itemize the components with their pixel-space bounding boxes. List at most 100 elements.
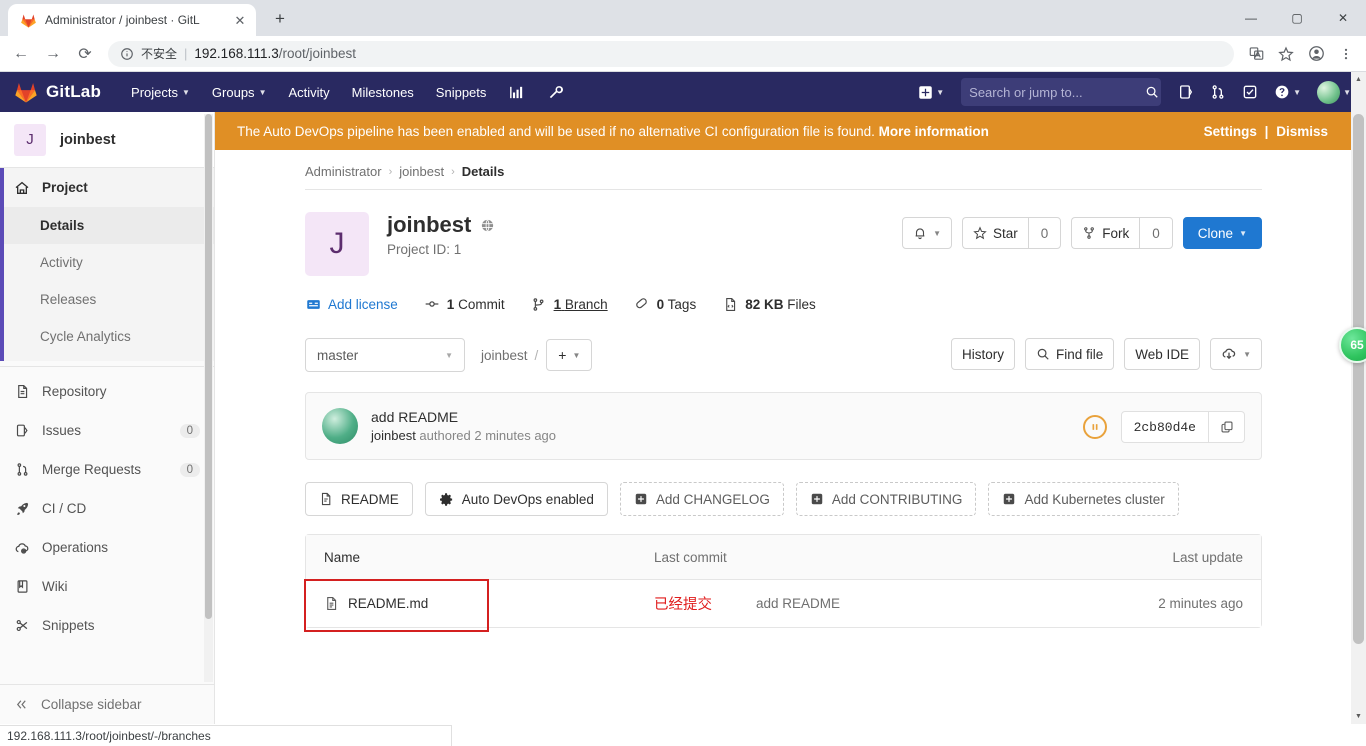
file-last-commit-label[interactable]: add README <box>756 596 840 611</box>
sidebar-item-snippets[interactable]: Snippets <box>0 606 214 645</box>
search-box[interactable] <box>961 78 1162 106</box>
sidebar-item-issues[interactable]: Issues 0 <box>0 411 214 450</box>
merge-requests-icon[interactable] <box>1203 79 1233 105</box>
sidebar-collapse-button[interactable]: Collapse sidebar <box>0 684 214 724</box>
sidebar-item-wiki[interactable]: Wiki <box>0 567 214 606</box>
stat-commits-label: Commit <box>458 296 505 312</box>
close-icon[interactable]: ✕ <box>232 12 248 28</box>
nav-snippets[interactable]: Snippets <box>426 79 497 106</box>
commit-sha[interactable]: 2cb80d4e <box>1120 411 1209 443</box>
new-tab-button[interactable]: + <box>266 5 294 33</box>
breadcrumb-administrator[interactable]: Administrator <box>305 164 382 179</box>
commit-author-name[interactable]: joinbest <box>371 428 416 443</box>
forward-icon[interactable]: → <box>38 39 68 69</box>
wrench-admin-icon[interactable] <box>537 78 574 107</box>
commit-authored-time: authored 2 minutes ago <box>415 428 557 443</box>
sidebar-scrollbar[interactable] <box>204 114 213 682</box>
stat-branches[interactable]: 1 Branch <box>531 296 608 312</box>
nav-activity[interactable]: Activity <box>278 79 339 106</box>
web-ide-button[interactable]: Web IDE <box>1124 338 1201 370</box>
page-scrollbar[interactable]: ▲ ▼ <box>1351 72 1366 724</box>
stat-files-size[interactable]: 82 KB Files <box>722 296 816 312</box>
profile-icon[interactable] <box>1302 40 1330 68</box>
address-text: 192.168.111.3/root/joinbest <box>194 46 356 61</box>
project-sidebar: J joinbest Project Details Activity Rele… <box>0 112 215 724</box>
reload-icon[interactable]: ⟳ <box>70 39 100 69</box>
bookmark-star-icon[interactable] <box>1272 40 1300 68</box>
copy-icon[interactable] <box>1209 411 1245 443</box>
help-icon[interactable]: ▼ <box>1267 79 1308 105</box>
sidebar-item-operations[interactable]: Operations <box>0 528 214 567</box>
sidebar-item-activity[interactable]: Activity <box>4 244 214 281</box>
info-circle-icon[interactable] <box>120 47 134 61</box>
sidebar-item-wiki-label: Wiki <box>42 579 68 594</box>
alert-more-information-link[interactable]: More information <box>879 124 989 139</box>
auto-devops-button[interactable]: Auto DevOps enabled <box>424 482 608 516</box>
issues-icon[interactable] <box>1171 79 1201 105</box>
gitlab-home-link[interactable]: GitLab <box>14 80 101 104</box>
notification-dropdown-button[interactable]: ▼ <box>902 217 952 249</box>
repo-path-root[interactable]: joinbest <box>481 348 528 363</box>
maximize-button[interactable]: ▢ <box>1274 0 1320 36</box>
clone-button[interactable]: Clone ▼ <box>1182 217 1262 249</box>
repo-path-separator: / <box>534 347 539 363</box>
scroll-down-arrow[interactable]: ▼ <box>1351 709 1366 724</box>
back-icon[interactable]: ← <box>6 39 36 69</box>
stat-tags[interactable]: 0 Tags <box>634 296 696 312</box>
minimize-button[interactable]: — <box>1228 0 1274 36</box>
star-count: 0 <box>1027 217 1062 249</box>
search-icon[interactable] <box>1145 85 1159 99</box>
table-row[interactable]: README.md 已经提交 add README 2 minutes ago <box>306 580 1261 627</box>
stat-tags-count: 0 <box>656 296 665 312</box>
analytics-chart-icon[interactable] <box>498 78 535 107</box>
scroll-up-arrow[interactable]: ▲ <box>1351 72 1366 87</box>
stat-add-license[interactable]: Add license <box>305 296 398 312</box>
readme-button[interactable]: README <box>305 482 413 516</box>
sidebar-item-snippets-label: Snippets <box>42 618 95 633</box>
star-button-group: Star 0 <box>962 217 1062 249</box>
sidebar-item-details[interactable]: Details <box>4 207 214 244</box>
sidebar-scrollbar-thumb[interactable] <box>205 114 212 619</box>
sidebar-item-repository[interactable]: Repository <box>0 372 214 411</box>
new-dropdown-button[interactable]: ▼ <box>911 80 951 105</box>
breadcrumb-separator: › <box>388 165 393 178</box>
add-contributing-button[interactable]: Add CONTRIBUTING <box>795 482 977 516</box>
alert-settings-link[interactable]: Settings <box>1202 124 1259 139</box>
add-kubernetes-cluster-button[interactable]: Add Kubernetes cluster <box>988 482 1179 516</box>
fork-label: Fork <box>1102 225 1130 241</box>
star-button[interactable]: Star <box>962 217 1028 249</box>
browser-tab[interactable]: Administrator / joinbest · GitL ✕ <box>8 4 256 36</box>
nav-projects[interactable]: Projects ▼ <box>121 79 200 106</box>
sidebar-project-header[interactable]: J joinbest <box>0 112 214 168</box>
nav-milestones[interactable]: Milestones <box>342 79 424 106</box>
omnibox[interactable]: 不安全 | 192.168.111.3/root/joinbest <box>108 40 1234 67</box>
todos-icon[interactable] <box>1235 79 1265 105</box>
project-header: J joinbest Project ID: 1 ▼ Star 0 Fork 0… <box>215 190 1352 276</box>
sidebar-item-cycle-analytics[interactable]: Cycle Analytics <box>4 318 214 355</box>
sidebar-item-merge-requests[interactable]: Merge Requests 0 <box>0 450 214 489</box>
more-menu-icon[interactable] <box>1332 40 1360 68</box>
commit-message[interactable]: add README <box>371 409 556 425</box>
search-input[interactable] <box>969 84 1146 100</box>
sidebar-item-ci-cd[interactable]: CI / CD <box>0 489 214 528</box>
file-name-cell[interactable]: README.md <box>306 596 636 611</box>
download-dropdown-button[interactable]: ▼ <box>1210 338 1262 370</box>
fork-button[interactable]: Fork <box>1071 217 1140 249</box>
stat-branches-label: Branch <box>564 296 608 312</box>
pipeline-pending-icon[interactable] <box>1082 415 1107 439</box>
page-scrollbar-thumb[interactable] <box>1353 114 1364 644</box>
translate-icon[interactable] <box>1242 40 1270 68</box>
add-changelog-button[interactable]: Add CHANGELOG <box>619 482 784 516</box>
add-to-repo-button[interactable]: + ▼ <box>546 339 593 371</box>
alert-dismiss-link[interactable]: Dismiss <box>1274 124 1330 139</box>
branch-selector[interactable]: master ▼ <box>305 338 465 372</box>
breadcrumb-joinbest[interactable]: joinbest <box>399 164 444 179</box>
sidebar-item-releases[interactable]: Releases <box>4 281 214 318</box>
stat-commits[interactable]: 1 Commit <box>424 296 505 312</box>
find-file-button[interactable]: Find file <box>1025 338 1115 370</box>
sidebar-item-issues-label: Issues <box>42 423 82 438</box>
history-button[interactable]: History <box>951 338 1016 370</box>
sidebar-item-project[interactable]: Project <box>4 168 214 207</box>
nav-groups[interactable]: Groups ▼ <box>202 79 277 106</box>
window-close-button[interactable]: ✕ <box>1320 0 1366 36</box>
